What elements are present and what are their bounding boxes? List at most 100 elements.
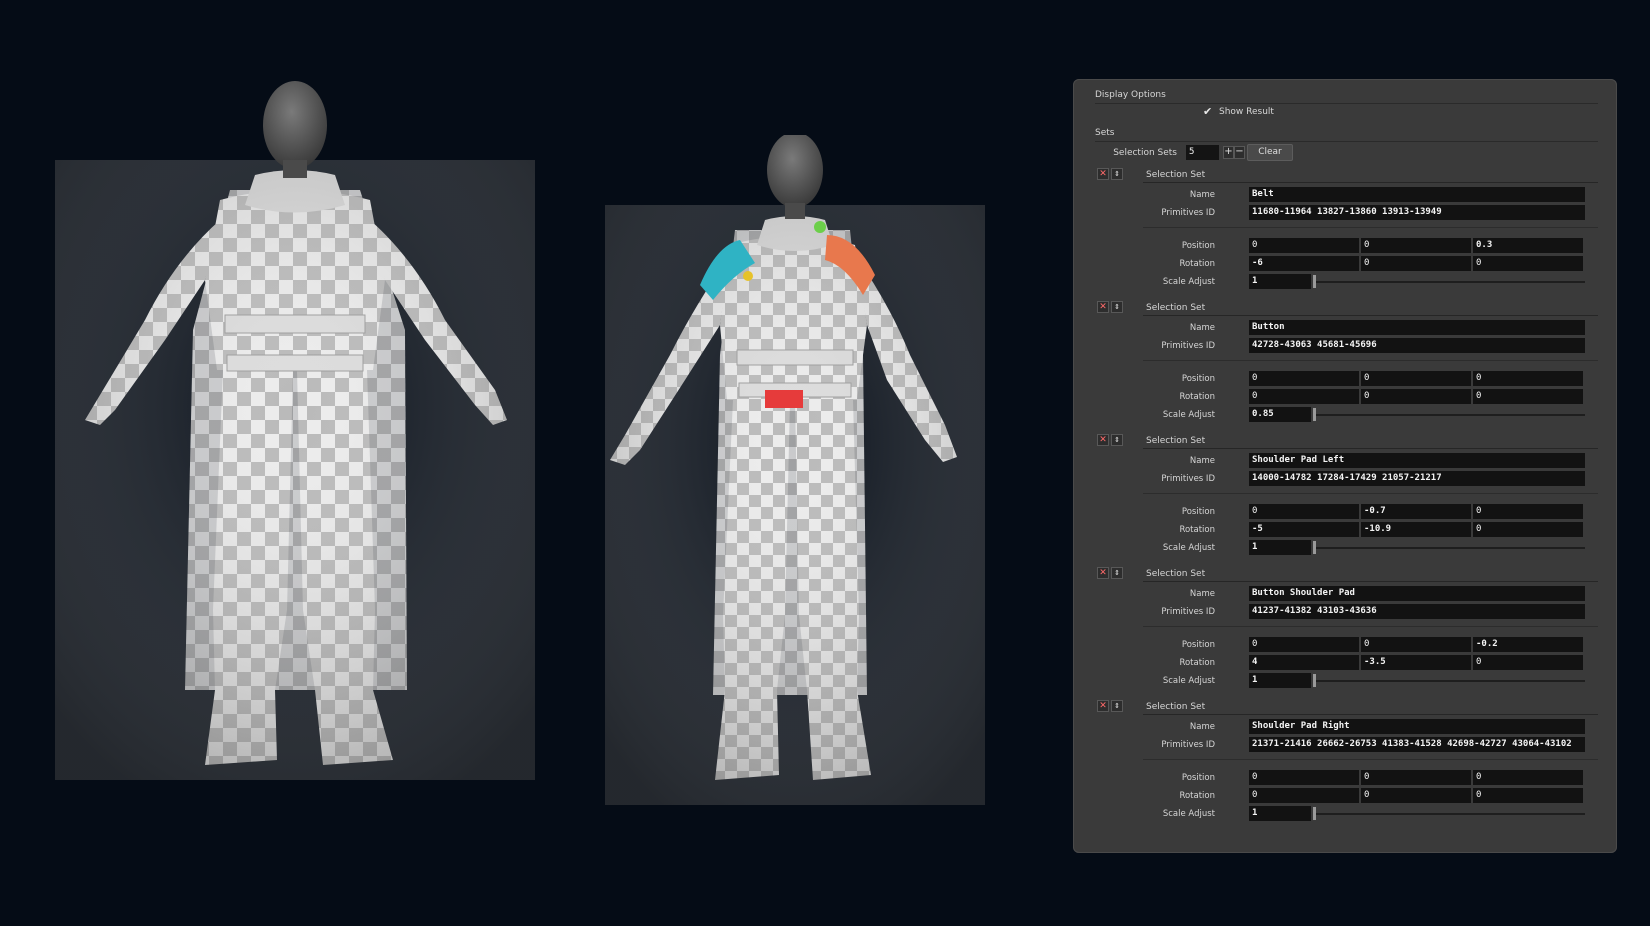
position-y-field[interactable]: 0 [1361,770,1471,785]
scale-adjust-slider-handle[interactable] [1313,807,1316,820]
delete-set-icon[interactable]: ✕ [1097,168,1109,180]
primitives-row: Primitives ID 14000-14782 17284-17429 210… [1073,471,1617,486]
position-z-field[interactable]: -0.2 [1473,637,1583,652]
name-field[interactable]: Shoulder Pad Left [1249,453,1585,468]
scale-adjust-slider-handle[interactable] [1313,275,1316,288]
position-z-field[interactable]: 0 [1473,504,1583,519]
rotation-x-field[interactable]: 0 [1249,788,1359,803]
primitives-id-field[interactable]: 41237-41382 43103-43636 [1249,604,1585,619]
scale-adjust-field[interactable]: 0.85 [1249,407,1311,422]
rotation-row: Rotation 4 -3.5 0 [1073,655,1617,670]
divider [1143,493,1598,494]
position-x-field[interactable]: 0 [1249,637,1359,652]
position-y-field[interactable]: 0 [1361,637,1471,652]
selection-sets-row: Selection Sets 5 + − Clear [1095,144,1595,161]
name-field[interactable]: Shoulder Pad Right [1249,719,1585,734]
3d-viewport[interactable] [0,0,1060,926]
rotation-x-field[interactable]: 4 [1249,655,1359,670]
rotation-z-field[interactable]: 0 [1473,389,1583,404]
selection-set-header[interactable]: Selection Set [1143,698,1598,715]
position-z-field[interactable]: 0 [1473,371,1583,386]
rotation-x-field[interactable]: -6 [1249,256,1359,271]
position-x-field[interactable]: 0 [1249,371,1359,386]
reorder-set-icon[interactable]: ⇕ [1111,567,1123,579]
position-y-field[interactable]: 0 [1361,371,1471,386]
primitives-id-field[interactable]: 11680-11964 13827-13860 13913-13949 [1249,205,1585,220]
divider [1143,626,1598,627]
scale-adjust-field[interactable]: 1 [1249,540,1311,555]
selection-set-header[interactable]: Selection Set [1143,432,1598,449]
reorder-set-icon[interactable]: ⇕ [1111,301,1123,313]
scale-adjust-field[interactable]: 1 [1249,806,1311,821]
primitives-row: Primitives ID 21371-21416 26662-26753 413… [1073,737,1617,752]
scale-adjust-slider[interactable] [1313,813,1585,815]
position-x-field[interactable]: 0 [1249,238,1359,253]
scale-adjust-row: Scale Adjust 1 [1073,274,1617,289]
scale-adjust-field[interactable]: 1 [1249,673,1311,688]
position-y-field[interactable]: -0.7 [1361,504,1471,519]
scale-adjust-field[interactable]: 1 [1249,274,1311,289]
delete-set-icon[interactable]: ✕ [1097,434,1109,446]
rotation-y-field[interactable]: -10.9 [1361,522,1471,537]
primitives-id-field[interactable]: 14000-14782 17284-17429 21057-21217 [1249,471,1585,486]
scale-adjust-row: Scale Adjust 0.85 [1073,407,1617,422]
name-field[interactable]: Belt [1249,187,1585,202]
scale-adjust-slider-handle[interactable] [1313,541,1316,554]
rotation-z-field[interactable]: 0 [1473,522,1583,537]
scale-adjust-slider-handle[interactable] [1313,674,1316,687]
position-y-field[interactable]: 0 [1361,238,1471,253]
scale-adjust-slider[interactable] [1313,414,1585,416]
position-row: Position 0 0 0 [1073,770,1617,785]
scale-adjust-row: Scale Adjust 1 [1073,673,1617,688]
name-row: Name Button Shoulder Pad [1073,586,1617,601]
position-x-field[interactable]: 0 [1249,504,1359,519]
selection-set: ✕ ⇕ Selection Set Name Belt Primitives ID 1168… [1073,166,1617,299]
reorder-set-icon[interactable]: ⇕ [1111,700,1123,712]
rotation-z-field[interactable]: 0 [1473,788,1583,803]
selection-set-header[interactable]: Selection Set [1143,166,1598,183]
character-model-result [605,135,985,835]
rotation-x-field[interactable]: 0 [1249,389,1359,404]
name-field[interactable]: Button Shoulder Pad [1249,586,1585,601]
scale-adjust-slider[interactable] [1313,680,1585,682]
rotation-row: Rotation -6 0 0 [1073,256,1617,271]
remove-selection-set-button[interactable]: − [1234,146,1245,159]
display-options-header[interactable]: Display Options [1095,87,1598,104]
rotation-z-field[interactable]: 0 [1473,256,1583,271]
delete-set-icon[interactable]: ✕ [1097,301,1109,313]
primitives-id-field[interactable]: 21371-21416 26662-26753 41383-41528 4269… [1249,737,1585,752]
selection-set-header[interactable]: Selection Set [1143,565,1598,582]
selection-sets-count-field[interactable]: 5 [1186,145,1219,160]
selection-sets-label: Selection Sets [1113,148,1177,158]
clear-button[interactable]: Clear [1247,144,1293,161]
selection-set: ✕ ⇕ Selection Set Name Shoulder Pad Right Pri… [1073,698,1617,831]
sets-header[interactable]: Sets [1095,125,1598,142]
rotation-z-field[interactable]: 0 [1473,655,1583,670]
reorder-set-icon[interactable]: ⇕ [1111,168,1123,180]
delete-set-icon[interactable]: ✕ [1097,700,1109,712]
scale-adjust-slider[interactable] [1313,281,1585,283]
divider [1143,227,1598,228]
selection-set-header[interactable]: Selection Set [1143,299,1598,316]
name-row: Name Shoulder Pad Left [1073,453,1617,468]
position-x-field[interactable]: 0 [1249,770,1359,785]
rotation-y-field[interactable]: 0 [1361,256,1471,271]
name-field[interactable]: Button [1249,320,1585,335]
rotation-x-field[interactable]: -5 [1249,522,1359,537]
show-result-checkbox[interactable]: ✔ [1203,106,1213,117]
rotation-y-field[interactable]: -3.5 [1361,655,1471,670]
add-selection-set-button[interactable]: + [1223,146,1234,159]
scale-adjust-slider[interactable] [1313,547,1585,549]
primitives-row: Primitives ID 41237-41382 43103-43636 [1073,604,1617,619]
divider [1143,360,1598,361]
reorder-set-icon[interactable]: ⇕ [1111,434,1123,446]
position-z-field[interactable]: 0 [1473,770,1583,785]
position-row: Position 0 0 -0.2 [1073,637,1617,652]
delete-set-icon[interactable]: ✕ [1097,567,1109,579]
rotation-y-field[interactable]: 0 [1361,788,1471,803]
position-z-field[interactable]: 0.3 [1473,238,1583,253]
position-row: Position 0 -0.7 0 [1073,504,1617,519]
scale-adjust-slider-handle[interactable] [1313,408,1316,421]
primitives-id-field[interactable]: 42728-43063 45681-45696 [1249,338,1585,353]
rotation-y-field[interactable]: 0 [1361,389,1471,404]
